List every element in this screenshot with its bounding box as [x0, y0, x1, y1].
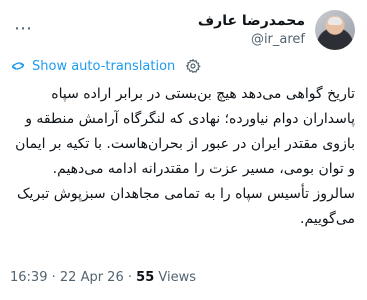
tweet-date[interactable]: 22 Apr 26: [60, 270, 124, 285]
more-options-icon[interactable]: ⋯: [12, 18, 34, 40]
meta-separator: ·: [51, 270, 56, 285]
author-handle[interactable]: @ir_aref: [251, 32, 305, 47]
views-label: Views: [158, 270, 197, 285]
meta-separator: ·: [127, 270, 133, 285]
avatar[interactable]: [315, 10, 355, 50]
tweet-header: ⋯ محمدرضا عارف @ir_aref: [0, 10, 367, 50]
translation-bar: Show auto-translation: [10, 56, 207, 76]
author-name[interactable]: محمدرضا عارف: [198, 13, 305, 29]
show-auto-translation-link[interactable]: Show auto-translation: [32, 59, 175, 74]
translate-icon: [12, 62, 24, 70]
views-count: 55: [136, 270, 155, 285]
tweet-text: تاریخ گواهی می‌دهد هیچ بن‌بستی در برابر …: [15, 86, 355, 227]
gear-icon[interactable]: [185, 58, 202, 74]
tweet-time[interactable]: 16:39: [10, 270, 47, 285]
tweet-meta: 16:39 · 22 Apr 26 · 55 Views: [10, 270, 196, 285]
